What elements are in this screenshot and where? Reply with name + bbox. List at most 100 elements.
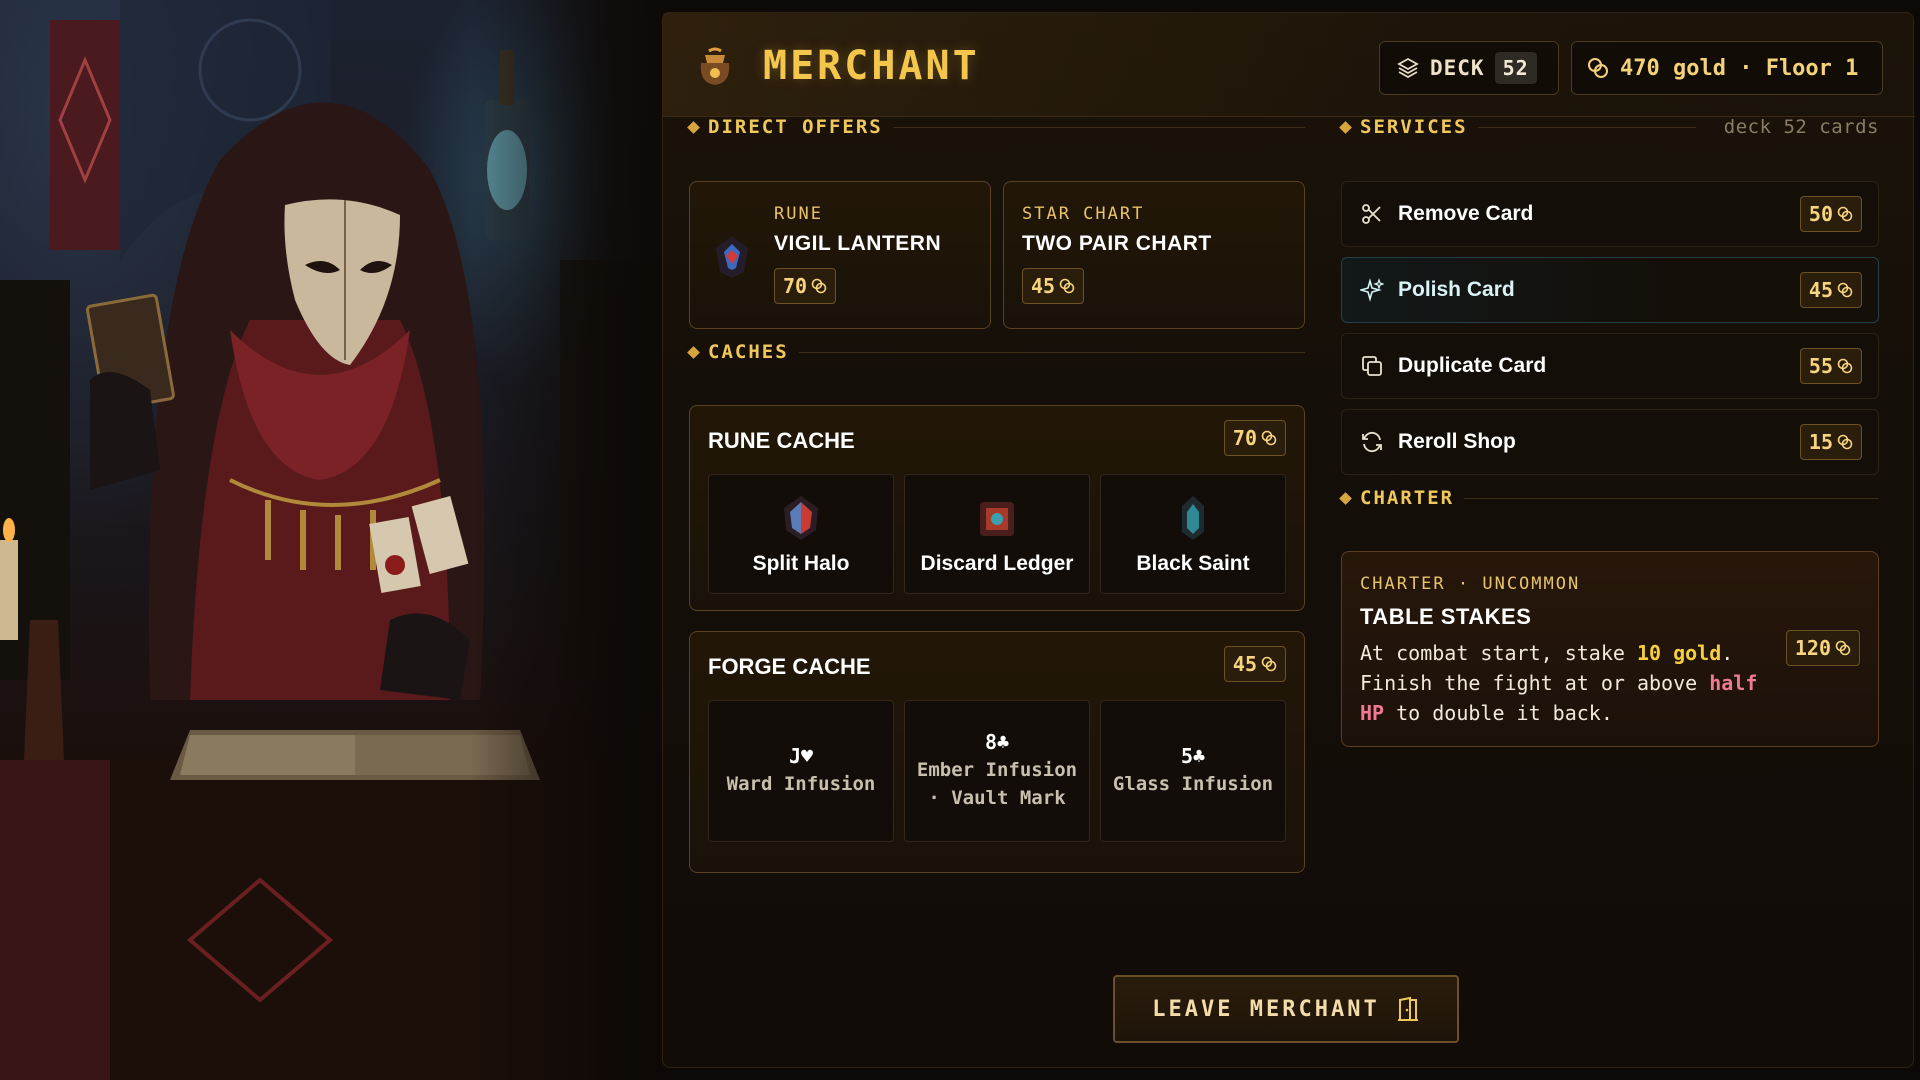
- merchant-panel: MERCHANT DECK 52 470 gold · Floor 1 DIRE…: [662, 12, 1915, 1068]
- section-title: CACHES: [708, 341, 789, 363]
- diamond-bullet-icon: [687, 345, 700, 359]
- cache-title: RUNE CACHE: [708, 428, 855, 453]
- section-title: SERVICES: [1360, 116, 1468, 138]
- section-services: SERVICES deck 52 cards: [1339, 116, 1879, 138]
- cache-item-name: Black Saint: [1136, 552, 1250, 575]
- section-title: CHARTER: [1360, 487, 1455, 509]
- coin-icon: [1261, 430, 1277, 446]
- service-reroll-shop[interactable]: Reroll Shop 15: [1341, 409, 1879, 475]
- price-value: 50: [1808, 202, 1833, 226]
- deck-count: 52: [1494, 52, 1537, 84]
- cache-item-name: Discard Ledger: [920, 552, 1074, 575]
- diamond-bullet-icon: [1339, 491, 1352, 505]
- charter-name: TABLE STAKES: [1360, 604, 1532, 629]
- price-value: 70: [783, 274, 808, 298]
- refresh-icon: [1362, 431, 1382, 453]
- infusion-label: Ward Infusion: [726, 773, 876, 795]
- offer-price[interactable]: 70: [774, 268, 837, 304]
- price-value: 70: [1232, 426, 1257, 450]
- door-icon: [1397, 996, 1418, 1021]
- infusion-label: Glass Infusion: [1112, 773, 1274, 795]
- service-label: Remove Card: [1398, 202, 1534, 225]
- deck-chip[interactable]: DECK 52: [1379, 41, 1559, 95]
- coins-icon: [1588, 58, 1608, 78]
- coin-icon: [1837, 358, 1853, 374]
- service-label: Polish Card: [1398, 278, 1515, 301]
- offer-kind: STAR CHART: [1022, 204, 1145, 224]
- copy-icon: [1362, 356, 1382, 376]
- price-value: 45: [1232, 652, 1257, 676]
- price-value: 45: [1808, 278, 1833, 302]
- playing-card-label: 8♣: [984, 730, 1010, 754]
- price-value: 15: [1808, 430, 1833, 454]
- playing-card-label: 5♣: [1180, 744, 1206, 768]
- section-divider: [892, 126, 1305, 128]
- charter-rarity: CHARTER · UNCOMMON: [1360, 574, 1581, 594]
- offer-card-two-pair-chart[interactable]: STAR CHART TWO PAIR CHART 45: [1003, 181, 1305, 329]
- coin-icon: [1835, 640, 1851, 656]
- coin-icon: [1059, 278, 1075, 294]
- section-direct-offers: DIRECT OFFERS: [687, 116, 1305, 138]
- cache-title: FORGE CACHE: [708, 654, 871, 679]
- service-price[interactable]: 55: [1799, 348, 1862, 384]
- deck-size-note: deck 52 cards: [1723, 116, 1879, 138]
- infusion-label: Ember Infusion · Vault Mark: [916, 759, 1078, 809]
- desc-text: to double it back.: [1384, 701, 1613, 725]
- section-divider: [1464, 497, 1879, 499]
- section-divider: [1477, 126, 1696, 128]
- service-price[interactable]: 50: [1799, 196, 1862, 232]
- price-value: 120: [1794, 636, 1831, 660]
- offer-card-vigil-lantern[interactable]: RUNE VIGIL LANTERN 70: [689, 181, 991, 329]
- service-price[interactable]: 45: [1799, 272, 1862, 308]
- cache-item-split-halo[interactable]: Split Halo: [708, 474, 894, 594]
- gold-floor-text: 470 gold · Floor 1: [1620, 55, 1859, 81]
- merchant-illustration: [0, 0, 665, 1080]
- cache-item-discard-ledger[interactable]: Discard Ledger: [904, 474, 1090, 594]
- service-remove-card[interactable]: Remove Card 50: [1341, 181, 1879, 247]
- forge-cache-card[interactable]: FORGE CACHE 45 J♥ Ward Infusion 8♣ Ember…: [689, 631, 1305, 873]
- service-label: Reroll Shop: [1398, 430, 1516, 453]
- section-charter: CHARTER: [1339, 487, 1879, 509]
- diamond-bullet-icon: [1339, 120, 1352, 134]
- service-polish-card[interactable]: Polish Card 45: [1341, 257, 1879, 323]
- cache-price[interactable]: 70: [1223, 420, 1286, 456]
- leave-label: LEAVE MERCHANT: [1152, 996, 1380, 1022]
- forge-item-ward-infusion[interactable]: J♥ Ward Infusion: [708, 700, 894, 842]
- price-value: 45: [1031, 274, 1056, 298]
- coin-icon: [811, 278, 827, 294]
- forge-item-ember-infusion[interactable]: 8♣ Ember Infusion · Vault Mark: [904, 700, 1090, 842]
- forge-item-glass-infusion[interactable]: 5♣ Glass Infusion: [1100, 700, 1286, 842]
- section-divider: [798, 351, 1305, 353]
- offer-kind: RUNE: [774, 204, 823, 224]
- rune-cache-card[interactable]: RUNE CACHE 70 Split Halo Discard Ledger: [689, 405, 1305, 611]
- cache-item-name: Split Halo: [752, 552, 850, 575]
- cache-price[interactable]: 45: [1223, 646, 1286, 682]
- playing-card-label: J♥: [788, 744, 814, 768]
- coin-icon: [1837, 434, 1853, 450]
- desc-gold-amount: 10 gold: [1636, 641, 1722, 665]
- sparkle-icon: [1360, 278, 1384, 302]
- scissors-icon: [1362, 204, 1381, 224]
- split-halo-rune-icon: [784, 496, 818, 540]
- offer-name: VIGIL LANTERN: [774, 232, 942, 255]
- coin-icon: [1261, 656, 1277, 672]
- merchant-pouch-icon: [700, 47, 730, 85]
- charter-description: At combat start, stake 10 gold. Finish t…: [1360, 638, 1760, 728]
- leave-merchant-button[interactable]: LEAVE MERCHANT: [1113, 975, 1459, 1043]
- black-saint-rune-icon: [1182, 496, 1204, 540]
- offer-price[interactable]: 45: [1022, 268, 1085, 304]
- gold-floor-chip: 470 gold · Floor 1: [1571, 41, 1883, 95]
- deck-label: DECK: [1430, 56, 1485, 80]
- charter-price[interactable]: 120: [1785, 630, 1860, 666]
- charter-card-table-stakes[interactable]: CHARTER · UNCOMMON TABLE STAKES At comba…: [1341, 551, 1879, 747]
- header-bar: MERCHANT DECK 52 470 gold · Floor 1: [663, 13, 1915, 117]
- deck-stack-icon: [1397, 57, 1419, 79]
- cache-item-black-saint[interactable]: Black Saint: [1100, 474, 1286, 594]
- section-caches: CACHES: [687, 341, 1305, 363]
- service-label: Duplicate Card: [1398, 354, 1547, 377]
- coin-icon: [1837, 206, 1853, 222]
- desc-text: At combat start, stake: [1360, 641, 1637, 665]
- service-price[interactable]: 15: [1799, 424, 1862, 460]
- service-duplicate-card[interactable]: Duplicate Card 55: [1341, 333, 1879, 399]
- rune-gem-icon: [716, 236, 748, 278]
